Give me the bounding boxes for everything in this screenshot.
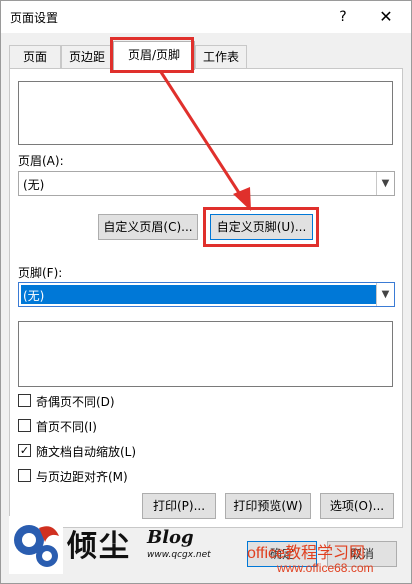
footer-label: 页脚(F): <box>18 266 63 280</box>
print-preview-button[interactable]: 打印预览(W) <box>225 493 311 519</box>
title-bar: 页面设置 ? ✕ <box>1 1 411 33</box>
tab-margins[interactable]: 页边距 <box>61 45 113 69</box>
header-label: 页眉(A): <box>18 154 64 168</box>
chevron-down-icon[interactable]: ▼ <box>376 283 394 306</box>
watermark-url: www.qcgx.net <box>147 550 211 560</box>
print-button[interactable]: 打印(P)... <box>142 493 216 519</box>
page-setup-dialog: 页面设置 ? ✕ 页面 页边距 页眉/页脚 工作表 页眉(A): (无) ▼ 自… <box>0 0 412 584</box>
footer-preview <box>18 321 393 387</box>
help-icon[interactable]: ? <box>332 6 354 28</box>
qc-logo-icon <box>9 516 63 574</box>
watermark-site: office教程学习网 <box>247 545 365 562</box>
close-icon[interactable]: ✕ <box>374 6 398 28</box>
chevron-down-icon[interactable]: ▼ <box>376 172 394 195</box>
footer-select[interactable]: (无) ▼ <box>18 282 395 307</box>
watermark-brand: 倾尘 <box>67 529 131 564</box>
options-button[interactable]: 选项(O)... <box>320 493 394 519</box>
first-page-label: 首页不同(I) <box>36 420 97 434</box>
odd-even-label: 奇偶页不同(D) <box>36 395 115 409</box>
footer-select-value: (无) <box>23 289 45 303</box>
watermark-blog: Blog <box>147 527 194 548</box>
header-select-value: (无) <box>23 178 45 192</box>
odd-even-checkbox[interactable] <box>18 394 31 407</box>
annotation-arrow <box>157 68 251 211</box>
tab-page[interactable]: 页面 <box>9 45 61 69</box>
watermark-site-url: www.office68.com <box>277 561 374 575</box>
scale-with-doc-label: 随文档自动缩放(L) <box>36 445 137 459</box>
align-margins-checkbox[interactable] <box>18 469 31 482</box>
first-page-checkbox[interactable] <box>18 419 31 432</box>
align-margins-label: 与页边距对齐(M) <box>36 470 128 484</box>
selection-highlight <box>21 285 376 304</box>
tab-highlight-box <box>110 37 194 73</box>
dialog-title: 页面设置 <box>10 11 59 25</box>
scale-with-doc-checkbox[interactable]: ✓ <box>18 444 31 457</box>
